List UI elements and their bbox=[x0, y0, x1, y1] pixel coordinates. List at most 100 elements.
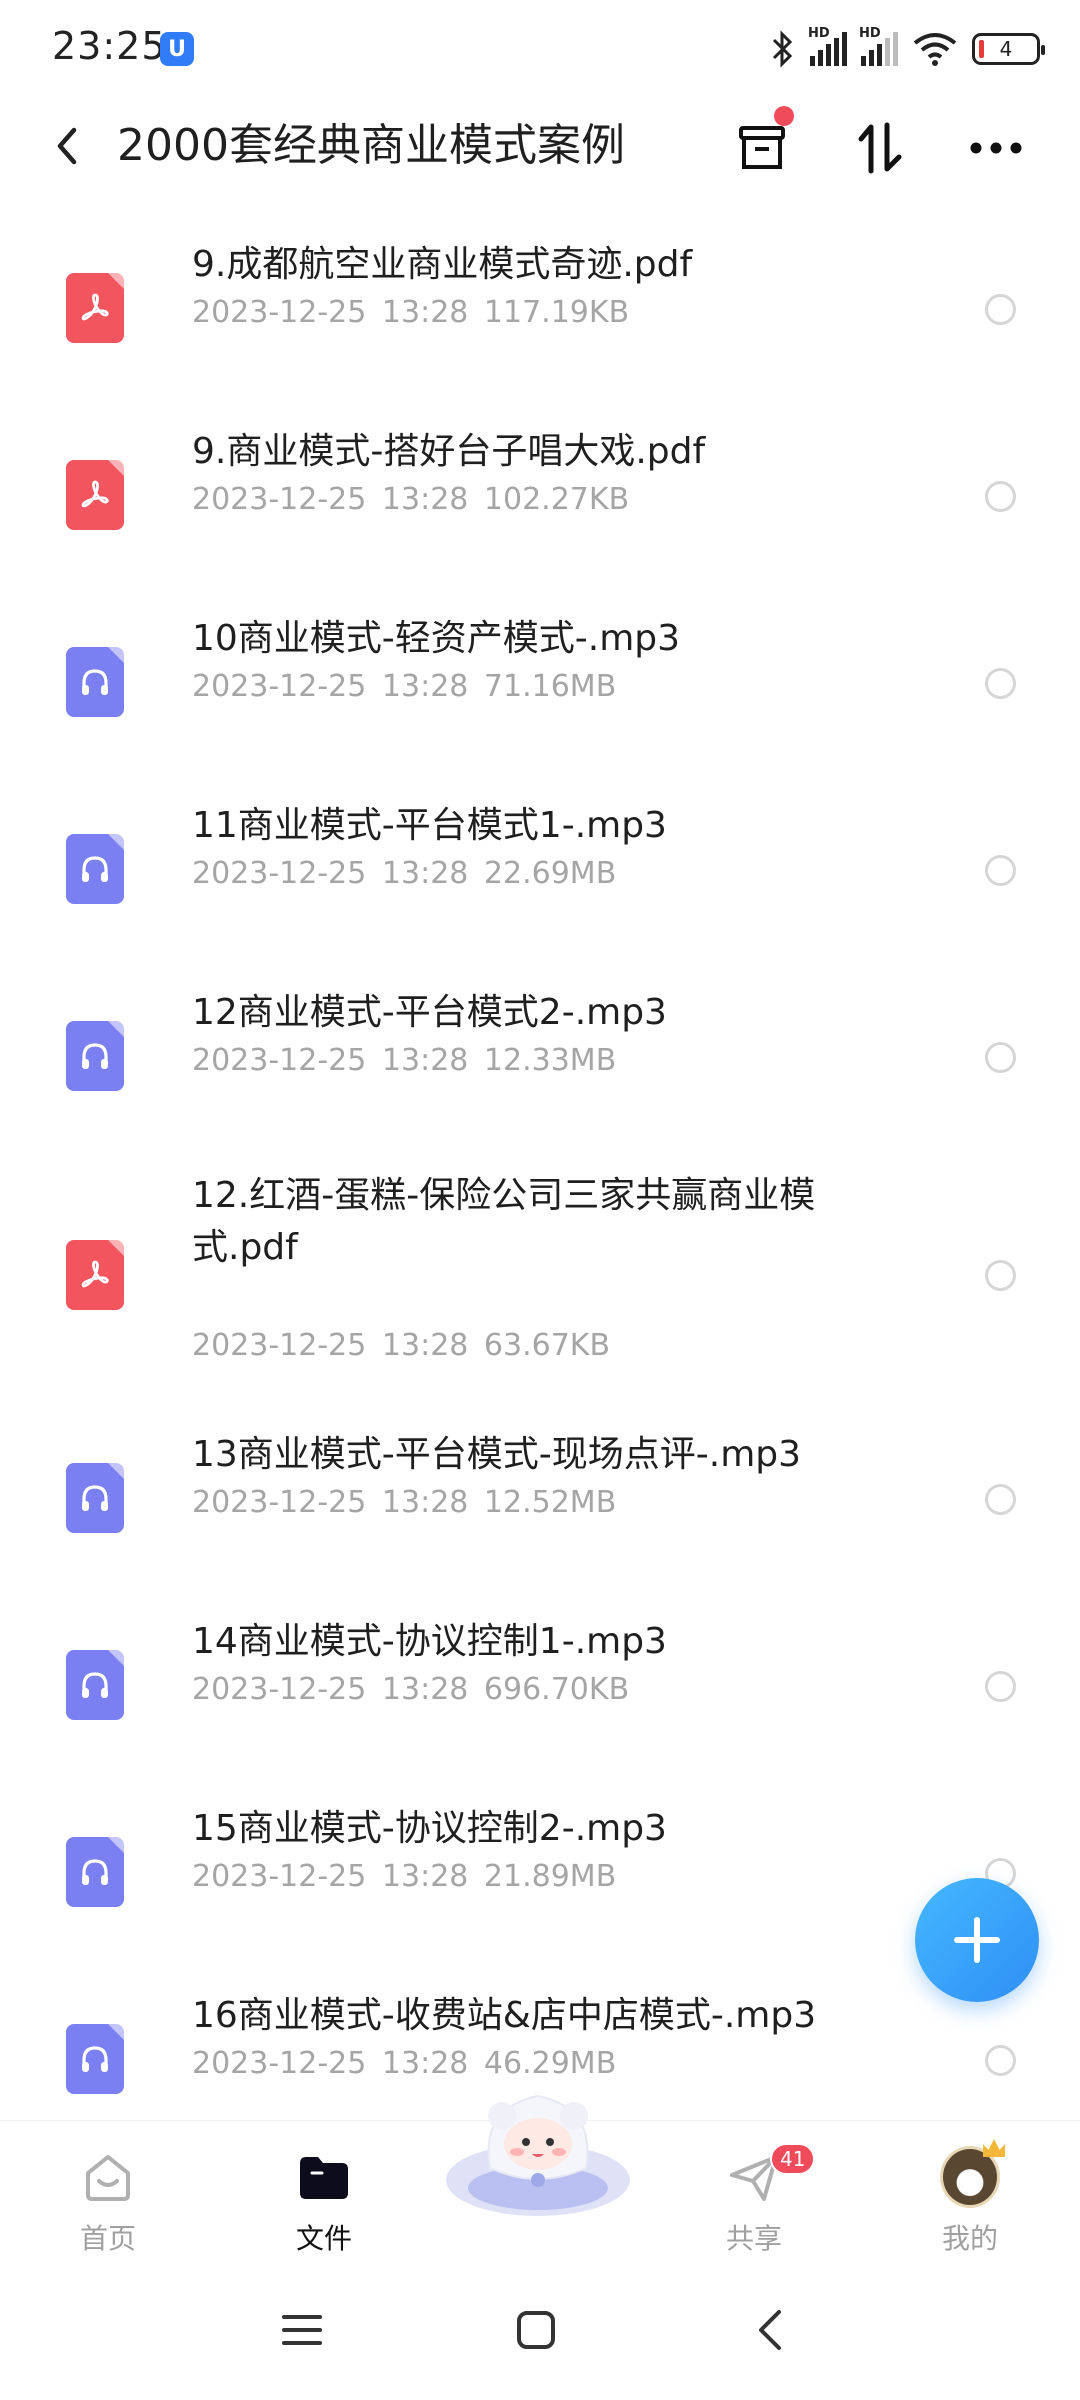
file-row[interactable]: 12商业模式-平台模式2-.mp3 2023-12-25 13:28 12.33M… bbox=[0, 963, 1080, 1150]
status-time: 23:25 bbox=[52, 24, 167, 68]
file-time: 13:28 bbox=[381, 1485, 469, 1520]
add-button[interactable] bbox=[915, 1878, 1039, 2002]
file-meta: 2023-12-25 13:28 102.27KB bbox=[192, 482, 629, 517]
file-date: 2023-12-25 bbox=[192, 1043, 367, 1078]
file-meta: 2023-12-25 13:28 12.33MB bbox=[192, 1043, 616, 1078]
file-name: 9.商业模式-搭好台子唱大戏.pdf bbox=[192, 431, 706, 472]
nav-label: 共享 bbox=[725, 2222, 782, 2255]
notification-dot bbox=[774, 106, 794, 126]
mascot-icon[interactable] bbox=[440, 2068, 636, 2218]
plus-icon bbox=[954, 1917, 1000, 1963]
sort-button[interactable] bbox=[848, 116, 912, 180]
file-time: 13:28 bbox=[381, 856, 469, 891]
file-time: 13:28 bbox=[381, 669, 469, 704]
signal-icon: HD bbox=[859, 26, 898, 66]
u-app-icon: U bbox=[160, 32, 194, 66]
select-radio[interactable] bbox=[985, 481, 1016, 512]
file-size: 102.27KB bbox=[483, 482, 630, 517]
select-radio[interactable] bbox=[985, 1671, 1016, 1702]
nav-item-share[interactable]: 41 共享 bbox=[684, 2133, 824, 2263]
select-radio[interactable] bbox=[985, 1042, 1016, 1073]
file-meta: 2023-12-25 13:28 21.89MB bbox=[192, 1859, 616, 1894]
select-radio[interactable] bbox=[985, 294, 1016, 325]
select-radio[interactable] bbox=[985, 668, 1016, 699]
audio-file-icon bbox=[66, 2024, 124, 2094]
file-date: 2023-12-25 bbox=[192, 856, 367, 891]
file-size: 696.70KB bbox=[483, 1672, 630, 1707]
status-icons: HD HD 4 bbox=[770, 26, 1045, 72]
file-meta: 2023-12-25 13:28 117.19KB bbox=[192, 295, 629, 330]
file-meta: 2023-12-25 13:28 71.16MB bbox=[192, 669, 616, 704]
more-icon bbox=[970, 142, 1022, 154]
file-name: 14商业模式-协议控制1-.mp3 bbox=[192, 1621, 667, 1662]
file-date: 2023-12-25 bbox=[192, 1485, 367, 1520]
back-button[interactable] bbox=[40, 116, 96, 176]
file-name: 12.红酒-蛋糕-保险公司三家共赢商业模式.pdf bbox=[192, 1175, 816, 1268]
file-row[interactable]: 13商业模式-平台模式-现场点评-.mp3 2023-12-25 13:28 12… bbox=[0, 1405, 1080, 1592]
archive-button[interactable] bbox=[730, 106, 794, 180]
pdf-file-icon bbox=[66, 460, 124, 530]
system-home-button[interactable] bbox=[506, 2302, 566, 2358]
audio-file-icon bbox=[66, 1463, 124, 1533]
file-date: 2023-12-25 bbox=[192, 1672, 367, 1707]
file-row[interactable]: 10商业模式-轻资产模式-.mp3 2023-12-25 13:28 71.16M… bbox=[0, 589, 1080, 776]
file-time: 13:28 bbox=[381, 1043, 469, 1078]
file-time: 13:28 bbox=[381, 1859, 469, 1894]
chevron-left-icon bbox=[57, 127, 77, 165]
file-meta: 2023-12-25 13:28 22.69MB bbox=[192, 856, 616, 891]
audio-file-icon bbox=[66, 1837, 124, 1907]
file-row[interactable]: 9.商业模式-搭好台子唱大戏.pdf 2023-12-25 13:28 102.2… bbox=[0, 402, 1080, 589]
file-meta: 2023-12-25 13:28 12.52MB bbox=[192, 1485, 616, 1520]
avatar bbox=[940, 2139, 1005, 2208]
status-bar: 23:25 U HD HD 4 bbox=[0, 0, 1080, 96]
battery-icon: 4 bbox=[972, 33, 1045, 65]
bluetooth-icon bbox=[772, 30, 793, 68]
file-date: 2023-12-25 bbox=[192, 1328, 367, 1363]
more-button[interactable] bbox=[964, 116, 1028, 180]
audio-file-icon bbox=[66, 647, 124, 717]
nav-item-me[interactable]: 我的 bbox=[900, 2133, 1040, 2263]
nav-label: 首页 bbox=[79, 2222, 136, 2255]
select-radio[interactable] bbox=[985, 2045, 1016, 2076]
file-row[interactable]: 9.成都航空业商业模式奇迹.pdf 2023-12-25 13:28 117.19… bbox=[0, 215, 1080, 402]
audio-file-icon bbox=[66, 834, 124, 904]
avatar-icon bbox=[940, 2139, 1005, 2208]
crown-icon bbox=[983, 2139, 1005, 2157]
nav-item-files[interactable]: 文件 bbox=[254, 2133, 394, 2263]
nav-item-home[interactable]: 首页 bbox=[38, 2133, 178, 2263]
menu-icon bbox=[282, 2315, 322, 2345]
home-icon bbox=[78, 2147, 138, 2207]
file-row[interactable]: 14商业模式-协议控制1-.mp3 2023-12-25 13:28 696.70… bbox=[0, 1592, 1080, 1779]
file-row[interactable]: 11商业模式-平台模式1-.mp3 2023-12-25 13:28 22.69M… bbox=[0, 776, 1080, 963]
file-time: 13:28 bbox=[381, 482, 469, 517]
hd-label: HD bbox=[808, 26, 830, 41]
home-square-icon bbox=[517, 2311, 555, 2349]
file-date: 2023-12-25 bbox=[192, 2046, 367, 2081]
file-date: 2023-12-25 bbox=[192, 1859, 367, 1894]
file-size: 12.52MB bbox=[483, 1485, 617, 1520]
back-icon bbox=[759, 2310, 781, 2350]
file-size: 63.67KB bbox=[483, 1328, 611, 1363]
header: 2000套经典商业模式案例 bbox=[0, 96, 1080, 196]
archive-icon bbox=[739, 126, 785, 169]
file-date: 2023-12-25 bbox=[192, 295, 367, 330]
file-name: 16商业模式-收费站&店中店模式-.mp3 bbox=[192, 1995, 817, 2036]
system-menu-button[interactable] bbox=[272, 2302, 332, 2358]
battery-level: 4 bbox=[999, 37, 1013, 61]
system-back-button[interactable] bbox=[740, 2302, 800, 2358]
select-radio[interactable] bbox=[985, 855, 1016, 886]
file-meta: 2023-12-25 13:28 63.67KB bbox=[192, 1328, 610, 1363]
nav-label: 文件 bbox=[295, 2222, 352, 2255]
file-name: 10商业模式-轻资产模式-.mp3 bbox=[192, 618, 681, 659]
select-radio[interactable] bbox=[985, 1260, 1016, 1291]
pdf-file-icon bbox=[66, 1240, 124, 1310]
file-size: 12.33MB bbox=[483, 1043, 617, 1078]
file-name: 11商业模式-平台模式1-.mp3 bbox=[192, 805, 667, 846]
select-radio[interactable] bbox=[985, 1484, 1016, 1515]
file-name: 13商业模式-平台模式-现场点评-.mp3 bbox=[192, 1434, 802, 1475]
file-time: 13:28 bbox=[381, 295, 469, 330]
system-nav bbox=[0, 2260, 1080, 2400]
file-row[interactable]: 12.红酒-蛋糕-保险公司三家共赢商业模式.pdf 2023-12-25 13:2… bbox=[0, 1150, 1080, 1400]
wifi-icon bbox=[913, 33, 957, 66]
file-date: 2023-12-25 bbox=[192, 669, 367, 704]
